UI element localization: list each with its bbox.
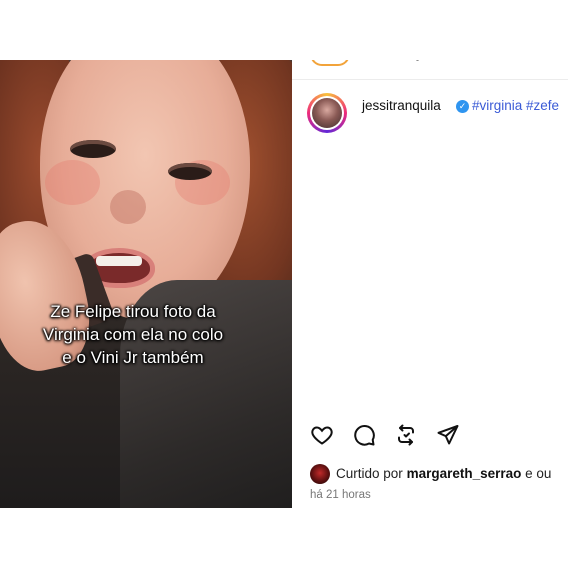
eye-right [168,163,212,180]
previous-avatar-partial [310,60,350,66]
avatar-frame [310,96,344,130]
teeth [96,256,142,266]
verified-badge-icon: ✓ [456,100,469,113]
heart-icon[interactable] [310,423,334,447]
eye-left [70,140,116,158]
post-timestamp: há 21 horas [310,489,371,501]
comment-icon[interactable] [352,423,376,447]
header-divider [292,79,568,80]
avatar-image [312,98,342,128]
liker-username[interactable]: margareth_serrao [407,466,522,481]
cheek-left [45,160,100,205]
send-icon[interactable] [436,423,460,447]
author-avatar[interactable] [307,93,347,133]
liked-suffix: e ou [525,466,552,481]
video-caption: Ze Felipe tirou foto da Virginia com ela… [42,302,224,367]
liker-avatar[interactable] [310,464,330,484]
author-username[interactable]: jessitranquila [362,98,441,113]
liked-prefix: Curtido por [336,466,403,481]
post-video[interactable]: Ze Felipe tirou foto da Virginia com ela… [0,60,292,508]
post-side-panel: jessitranquila ✓ #virginia #zefe Curtido… [292,60,568,508]
liked-by-text: Curtido por margareth_serrao e ou [336,466,551,481]
nose [110,190,146,224]
post-hashtags[interactable]: #virginia #zefe [472,98,559,113]
repost-icon[interactable] [394,423,418,447]
previous-row-dot [416,60,419,61]
instagram-post: Ze Felipe tirou foto da Virginia com ela… [0,60,568,508]
